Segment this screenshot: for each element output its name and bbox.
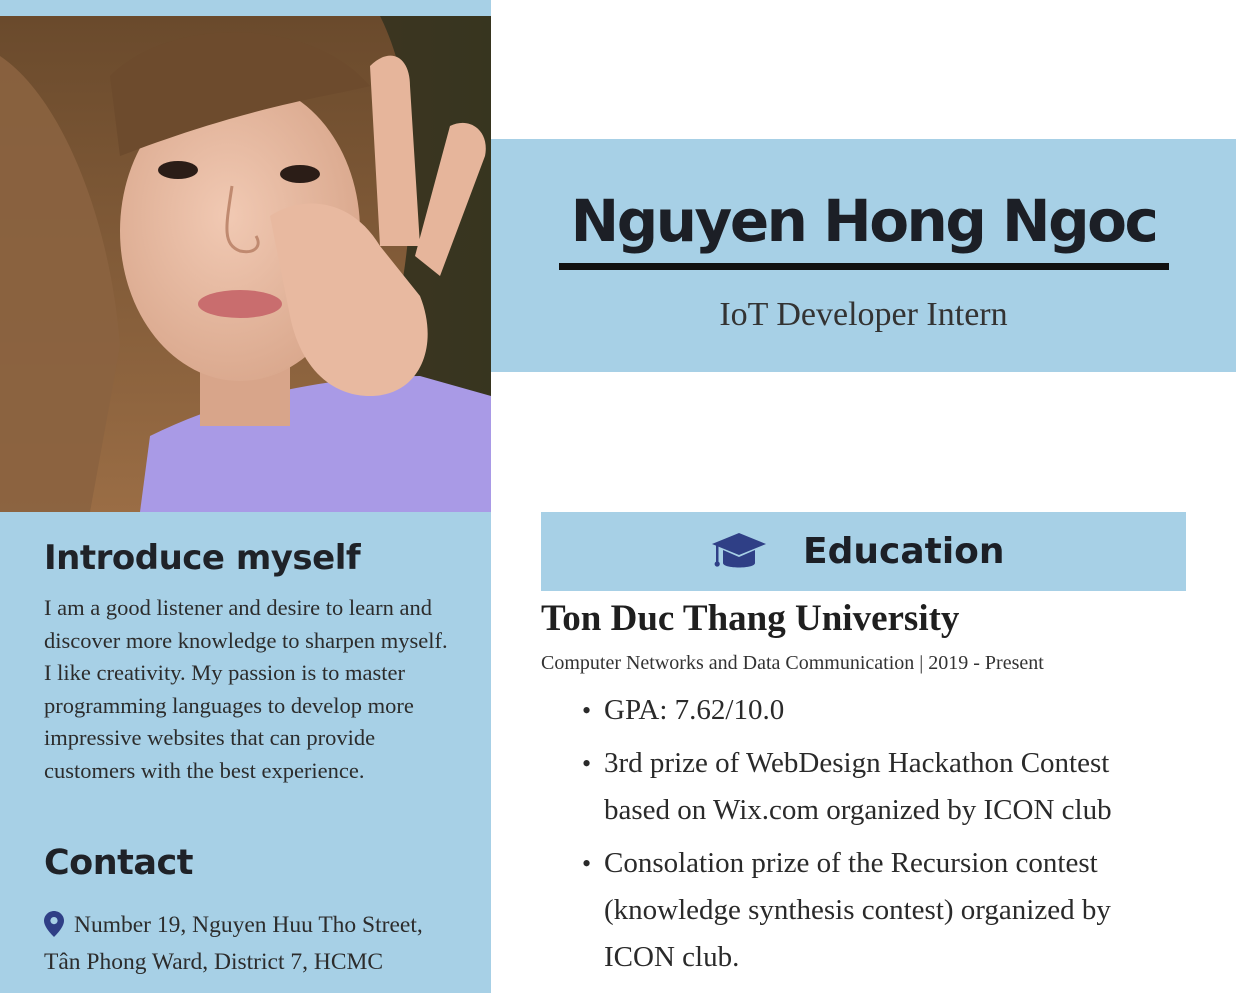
contact-address: Number 19, Nguyen Huu Tho Street, Tân Ph… xyxy=(44,912,423,975)
list-item: Consolation prize of the Recursion conte… xyxy=(582,840,1182,981)
name-banner: Nguyen Hong Ngoc IoT Developer Intern xyxy=(491,139,1236,372)
list-item: 3rd prize of WebDesign Hackathon Contest… xyxy=(582,740,1182,834)
school-name: Ton Duc Thang University xyxy=(541,598,960,639)
contact-heading: Contact xyxy=(44,843,193,883)
education-list: GPA: 7.62/10.0 3rd prize of WebDesign Ha… xyxy=(582,687,1182,987)
education-header: Education xyxy=(541,512,1186,591)
profile-photo xyxy=(0,16,491,512)
education-title: Education xyxy=(803,531,1005,572)
intro-heading: Introduce myself xyxy=(44,538,361,578)
intro-text: I am a good listener and desire to learn… xyxy=(44,595,448,783)
profile-name: Nguyen Hong Ngoc xyxy=(570,187,1159,255)
school-meta: Computer Networks and Data Communication… xyxy=(541,652,1044,674)
sidebar: Introduce myself I am a good listener an… xyxy=(0,0,491,993)
job-title: IoT Developer Intern xyxy=(719,296,1008,333)
list-item: GPA: 7.62/10.0 xyxy=(582,687,1182,734)
graduation-cap-icon xyxy=(712,533,766,568)
name-underline xyxy=(559,263,1169,270)
